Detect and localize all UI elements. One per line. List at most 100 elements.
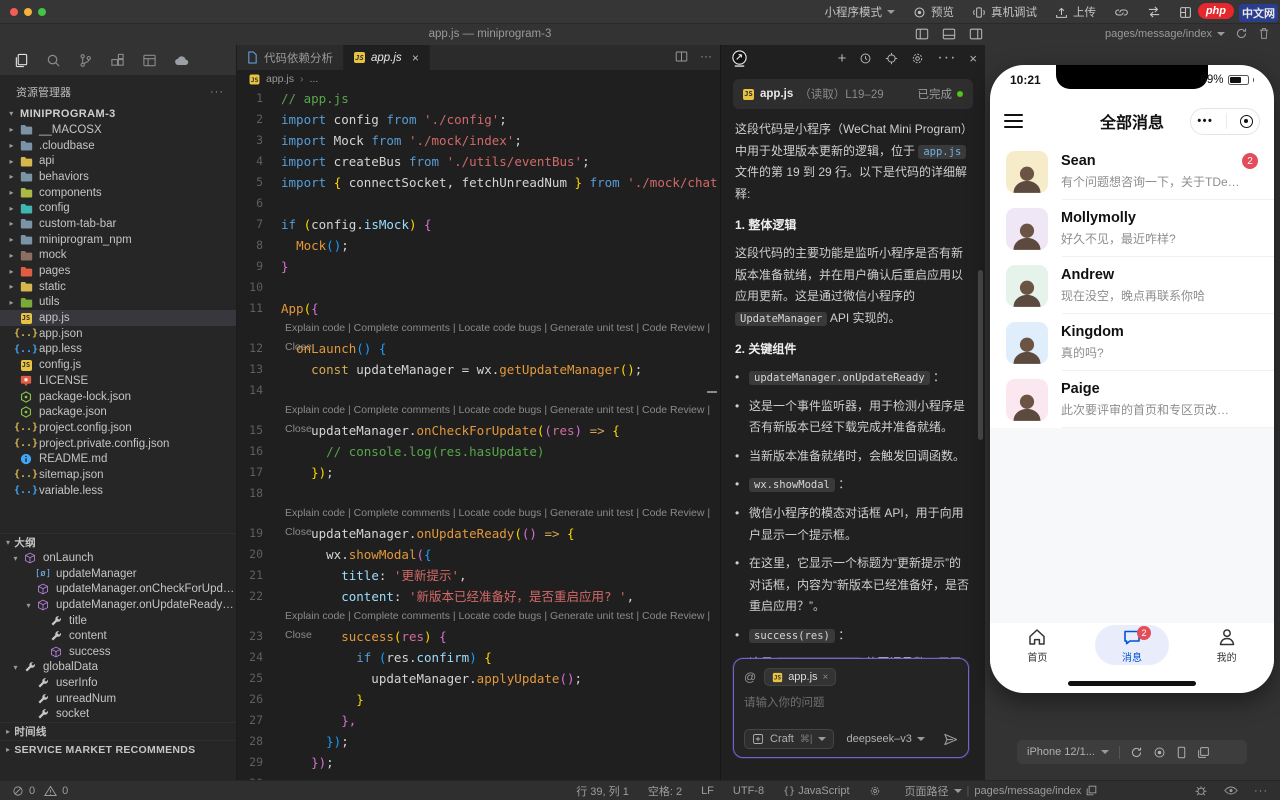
cloud-tools-icon[interactable] bbox=[174, 54, 190, 67]
settings-gear-icon[interactable] bbox=[911, 52, 924, 65]
code-line-13[interactable]: 13 const updateManager = wx.getUpdateMan… bbox=[237, 359, 720, 380]
outline-item-updateManager-onCheckForUpdate-call-[interactable]: updateManager.onCheckForUpdate() call... bbox=[0, 582, 236, 598]
code-line-29[interactable]: 29 }); bbox=[237, 752, 720, 773]
ai-input-placeholder[interactable]: 请输入你的问题 bbox=[744, 694, 958, 710]
outline-item-updateManager-onUpdateReady-callback[interactable]: ▾updateManager.onUpdateReady() callback bbox=[0, 597, 236, 613]
toggle-panel-icon[interactable] bbox=[942, 27, 956, 41]
sim-clear-trash-icon[interactable] bbox=[1258, 27, 1270, 40]
outline-item-success[interactable]: success bbox=[0, 644, 236, 660]
tree-file-package.json[interactable]: package.json bbox=[0, 404, 236, 420]
tree-folder-static[interactable]: ▸static bbox=[0, 279, 236, 295]
capsule-exit-button[interactable] bbox=[1240, 115, 1253, 128]
editor-layout-icon[interactable] bbox=[142, 53, 157, 68]
service-market-section-header[interactable]: ▸SERVICE MARKET RECOMMENDS bbox=[0, 740, 236, 758]
context-file-chip[interactable]: JS app.js × bbox=[764, 668, 836, 686]
code-line-24[interactable]: 24 if (res.confirm) { bbox=[237, 647, 720, 668]
tree-folder-custom-tab-bar[interactable]: ▸custom-tab-bar bbox=[0, 216, 236, 232]
tree-folder-config[interactable]: ▸config bbox=[0, 200, 236, 216]
multi-window-icon[interactable] bbox=[1197, 746, 1210, 759]
code-line-21[interactable]: 21 title: '更新提示', bbox=[237, 565, 720, 586]
eol-setting[interactable]: LF bbox=[701, 785, 714, 797]
code-line-18[interactable]: 18 bbox=[237, 483, 720, 504]
codelens-actions[interactable]: Explain code | Complete comments | Locat… bbox=[237, 319, 720, 338]
code-line-30[interactable]: 30 bbox=[237, 773, 720, 780]
rotate-device-icon[interactable] bbox=[1176, 746, 1187, 759]
upload-button[interactable]: 上传 bbox=[1055, 4, 1096, 20]
outline-item-unreadNum[interactable]: unreadNum bbox=[0, 691, 236, 707]
outline-item-userInfo[interactable]: userInfo bbox=[0, 675, 236, 691]
menu-hamburger-icon[interactable] bbox=[1004, 114, 1023, 128]
problems-indicator[interactable]: 0 0 bbox=[12, 785, 68, 797]
code-line-27[interactable]: 27 }, bbox=[237, 710, 720, 731]
code-line-5[interactable]: 5import { connectSocket, fetchUnreadNum … bbox=[237, 172, 720, 193]
tree-file-app.less[interactable]: {..}app.less bbox=[0, 342, 236, 358]
history-icon[interactable] bbox=[859, 52, 872, 65]
project-root-row[interactable]: ▾ MINIPROGRAM-3 bbox=[0, 105, 236, 122]
outline-item-onLaunch[interactable]: ▾onLaunch bbox=[0, 551, 236, 567]
codelens-actions[interactable]: Explain code | Complete comments | Locat… bbox=[237, 401, 720, 420]
sim-refresh-icon[interactable] bbox=[1235, 27, 1248, 40]
miniprogram-mode-dropdown[interactable]: 小程序模式 bbox=[825, 4, 896, 20]
code-line-12[interactable]: 12 onLaunch() { bbox=[237, 338, 720, 359]
code-line-16[interactable]: 16 // console.log(res.hasUpdate) bbox=[237, 441, 720, 462]
link-tool-button[interactable] bbox=[1114, 6, 1129, 19]
capsule-more-button[interactable]: ••• bbox=[1197, 115, 1213, 127]
tree-file-LICENSE[interactable]: LICENSE bbox=[0, 373, 236, 389]
tree-folder-components[interactable]: ▸components bbox=[0, 185, 236, 201]
message-row-Kingdom[interactable]: Kingdom真的吗? bbox=[990, 314, 1274, 371]
watch-eye-icon[interactable] bbox=[1224, 785, 1238, 796]
send-icon[interactable] bbox=[943, 732, 958, 747]
message-row-Andrew[interactable]: Andrew现在没空，晚点再联系你哈 bbox=[990, 257, 1274, 314]
code-line-1[interactable]: 1// app.js bbox=[237, 88, 720, 109]
page-path-group[interactable]: 页面路径 | pages/message/index bbox=[905, 783, 1098, 799]
code-line-15[interactable]: 15 updateManager.onCheckForUpdate((res) … bbox=[237, 420, 720, 441]
new-chat-button[interactable]: + bbox=[838, 51, 847, 66]
sim-reload-icon[interactable] bbox=[1130, 746, 1143, 759]
tree-folder-miniprogram_npm[interactable]: ▸miniprogram_npm bbox=[0, 232, 236, 248]
switch-tool-button[interactable] bbox=[1147, 6, 1161, 18]
toggle-sidebar-icon[interactable] bbox=[915, 27, 929, 41]
model-selector-dropdown[interactable]: deepseek–v3 bbox=[846, 733, 924, 745]
outline-item-content[interactable]: content bbox=[0, 628, 236, 644]
code-line-20[interactable]: 20 wx.showModal({ bbox=[237, 544, 720, 565]
code-line-17[interactable]: 17 }); bbox=[237, 462, 720, 483]
code-area[interactable]: 1// app.js2import config from './config'… bbox=[237, 88, 720, 780]
close-panel-icon[interactable]: × bbox=[969, 51, 977, 66]
ai-more-actions[interactable]: ··· bbox=[937, 49, 956, 67]
editor-more-actions[interactable]: ··· bbox=[700, 50, 712, 63]
language-mode[interactable]: {} JavaScript bbox=[783, 785, 849, 797]
close-tab-icon[interactable]: × bbox=[412, 51, 419, 65]
code-line-26[interactable]: 26 } bbox=[237, 689, 720, 710]
tree-file-project.config.json[interactable]: {..}project.config.json bbox=[0, 420, 236, 436]
code-line-8[interactable]: 8 Mock(); bbox=[237, 235, 720, 256]
maximize-window-button[interactable] bbox=[38, 8, 46, 16]
tree-folder-pages[interactable]: ▸pages bbox=[0, 263, 236, 279]
ai-scrollbar[interactable] bbox=[978, 270, 983, 440]
close-window-button[interactable] bbox=[10, 8, 18, 16]
tree-file-sitemap.json[interactable]: {..}sitemap.json bbox=[0, 467, 236, 483]
tree-file-README.md[interactable]: README.md bbox=[0, 451, 236, 467]
code-line-6[interactable]: 6 bbox=[237, 193, 720, 214]
code-line-11[interactable]: 11App({ bbox=[237, 298, 720, 319]
editor-settings-gear-icon[interactable] bbox=[869, 785, 881, 797]
code-line-28[interactable]: 28 }); bbox=[237, 731, 720, 752]
home-indicator[interactable] bbox=[1068, 681, 1196, 686]
focus-target-icon[interactable] bbox=[885, 52, 898, 65]
tree-folder-api[interactable]: ▸api bbox=[0, 153, 236, 169]
toggle-secondary-sidebar-icon[interactable] bbox=[969, 27, 983, 41]
message-row-Sean[interactable]: Sean有个问题想咨询一下，关于TDesign组件...2 bbox=[990, 143, 1274, 200]
device-selector-dropdown[interactable]: iPhone 12/1... bbox=[1027, 746, 1109, 758]
tree-file-app.js[interactable]: JSapp.js bbox=[0, 310, 236, 326]
message-row-Mollymolly[interactable]: Mollymolly好久不见，最近咋样? bbox=[990, 200, 1274, 257]
outline-section-header[interactable]: ▾大纲 bbox=[0, 533, 236, 551]
code-line-14[interactable]: 14 bbox=[237, 380, 720, 401]
tree-folder-.cloudbase[interactable]: ▸.cloudbase bbox=[0, 138, 236, 154]
outline-item-title[interactable]: title bbox=[0, 613, 236, 629]
statusbar-more-actions[interactable]: ··· bbox=[1254, 785, 1268, 797]
code-line-7[interactable]: 7if (config.isMock) { bbox=[237, 214, 720, 235]
indentation-setting[interactable]: 空格: 2 bbox=[648, 783, 682, 799]
tree-folder-behaviors[interactable]: ▸behaviors bbox=[0, 169, 236, 185]
codelens-actions[interactable]: Explain code | Complete comments | Locat… bbox=[237, 504, 720, 523]
scrollbar-marker[interactable] bbox=[707, 391, 717, 393]
tree-file-project.private.config.json[interactable]: {..}project.private.config.json bbox=[0, 436, 236, 452]
